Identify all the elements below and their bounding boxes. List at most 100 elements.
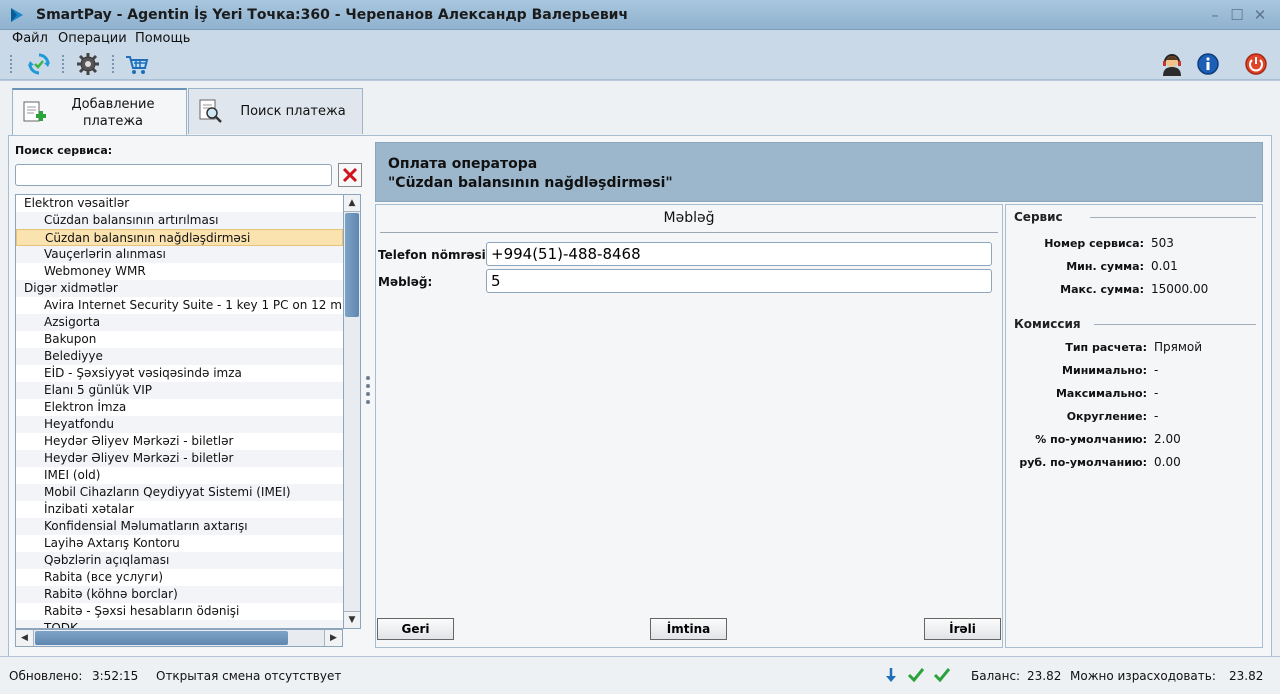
check-icon bbox=[907, 668, 925, 683]
exit-button[interactable] bbox=[1243, 51, 1269, 77]
cancel-button[interactable]: İmtina bbox=[650, 618, 727, 640]
menu-bar: Файл Операции Помощь bbox=[0, 30, 1280, 48]
default-percent-value: 2.00 bbox=[1154, 432, 1181, 446]
menu-file[interactable]: Файл bbox=[12, 31, 48, 46]
tree-item[interactable]: Qəbzlərin açıqlaması bbox=[16, 552, 343, 569]
maximum-value: - bbox=[1154, 386, 1159, 400]
toolbar-grip bbox=[10, 55, 13, 73]
check-icon bbox=[933, 668, 951, 683]
tree-item[interactable]: Heydər Əliyev Mərkəzi - biletlər bbox=[16, 450, 343, 467]
tree-item[interactable]: Vauçerlərin alınması bbox=[16, 246, 343, 263]
calc-type-value: Прямой bbox=[1154, 340, 1203, 354]
tree-item[interactable]: Konfidensial Məlumatların axtarışı bbox=[16, 518, 343, 535]
close-button[interactable]: ✕ bbox=[1251, 6, 1269, 24]
tree-vertical-scrollbar[interactable]: ▲ ▼ bbox=[343, 194, 361, 629]
scroll-right-arrow-icon[interactable]: ▶ bbox=[324, 630, 342, 646]
balance-value: 23.82 bbox=[1027, 669, 1062, 683]
tree-item[interactable]: Elanı 5 günlük VIP bbox=[16, 382, 343, 399]
add-document-icon bbox=[23, 101, 46, 122]
rounding-value: - bbox=[1154, 409, 1159, 423]
service-info-panel: Сервис Номер сервиса: 503 Мин. сумма: 0.… bbox=[1005, 204, 1263, 648]
support-button[interactable] bbox=[1159, 51, 1185, 77]
service-number-label: Номер сервиса: bbox=[1044, 237, 1144, 250]
tree-item[interactable]: EİD - Şəxsiyyət vəsiqəsində imza bbox=[16, 365, 343, 382]
default-rub-label: руб. по-умолчанию: bbox=[1019, 456, 1147, 469]
scroll-thumb[interactable] bbox=[345, 213, 359, 317]
tree-item[interactable]: Rabita (все услуги) bbox=[16, 569, 343, 586]
menu-operations[interactable]: Операции bbox=[58, 31, 127, 46]
maximize-button[interactable]: ☐ bbox=[1228, 6, 1246, 24]
settings-button[interactable] bbox=[75, 51, 101, 77]
tab-label: Добавление bbox=[71, 97, 155, 112]
operator-service-name: "Cüzdan balansının nağdləşdirməsi" bbox=[388, 175, 673, 191]
panel-splitter-handle[interactable] bbox=[366, 376, 370, 416]
tab-label: платежа bbox=[82, 114, 144, 129]
menu-help[interactable]: Помощь bbox=[135, 31, 190, 46]
tree-category[interactable]: Digər xidmətlər bbox=[16, 280, 343, 297]
payment-form-panel: Məbləğ Telefon nömrəsi: Məbləğ: Geri İmt… bbox=[375, 204, 1003, 648]
scroll-left-arrow-icon[interactable]: ◀ bbox=[16, 630, 34, 646]
status-bar: Обновлено: 3:52:15 Открытая смена отсутс… bbox=[0, 656, 1280, 694]
cart-button[interactable] bbox=[124, 51, 150, 77]
tree-item[interactable]: Avira Internet Security Suite - 1 key 1 … bbox=[16, 297, 343, 314]
tree-item[interactable]: Cüzdan balansının artırılması bbox=[16, 212, 343, 229]
tree-item[interactable]: IMEI (old) bbox=[16, 467, 343, 484]
tree-item[interactable]: Rabitə (köhnə borclar) bbox=[16, 586, 343, 603]
tree-item[interactable]: Elektron İmza bbox=[16, 399, 343, 416]
settings-gear-icon bbox=[77, 53, 99, 75]
tree-item[interactable]: Mobil Cihazların Qeydiyyat Sistemi (IMEI… bbox=[16, 484, 343, 501]
spendable-label: Можно израсходовать: bbox=[1070, 669, 1216, 683]
tree-item[interactable]: Belediyye bbox=[16, 348, 343, 365]
toolbar bbox=[0, 48, 1280, 80]
info-button[interactable] bbox=[1195, 51, 1221, 77]
scroll-thumb[interactable] bbox=[35, 631, 288, 645]
shift-status: Открытая смена отсутствует bbox=[156, 669, 342, 683]
tree-item[interactable]: İnzibati xətalar bbox=[16, 501, 343, 518]
tree-horizontal-scrollbar[interactable]: ◀ ▶ bbox=[15, 629, 343, 647]
tab-search-payment[interactable]: Поиск платежа bbox=[188, 88, 363, 134]
tree-item[interactable]: TODK bbox=[16, 620, 343, 628]
tree-item[interactable]: Layihə Axtarış Kontoru bbox=[16, 535, 343, 552]
commission-group-title: Комиссия bbox=[1014, 317, 1081, 331]
download-arrow-icon bbox=[886, 668, 896, 682]
tree-item[interactable]: Webmoney WMR bbox=[16, 263, 343, 280]
rounding-label: Округление: bbox=[1066, 410, 1147, 423]
next-button[interactable]: İrəli bbox=[924, 618, 1001, 640]
amount-input[interactable] bbox=[486, 269, 992, 293]
search-document-icon bbox=[199, 99, 222, 123]
tab-add-payment[interactable]: Добавление платежа bbox=[12, 88, 187, 136]
clear-x-icon bbox=[342, 167, 358, 183]
form-divider bbox=[380, 232, 998, 233]
refresh-button[interactable] bbox=[26, 51, 52, 77]
back-button[interactable]: Geri bbox=[377, 618, 454, 640]
title-bar: SmartPay - Agentin İş Yeri Точка:360 - Ч… bbox=[0, 0, 1280, 30]
tree-item[interactable]: Heyatfondu bbox=[16, 416, 343, 433]
tree-item[interactable]: Rabitə - Şəxsi hesabların ödənişi bbox=[16, 603, 343, 620]
phone-input[interactable] bbox=[486, 242, 992, 266]
cart-icon bbox=[126, 56, 149, 74]
scroll-up-arrow-icon[interactable]: ▲ bbox=[344, 195, 360, 212]
max-sum-label: Макс. сумма: bbox=[1060, 283, 1144, 296]
service-search-label: Поиск сервиса: bbox=[15, 144, 113, 157]
min-sum-value: 0.01 bbox=[1151, 259, 1178, 273]
service-search-input[interactable] bbox=[15, 164, 332, 186]
default-percent-label: % по-умолчанию: bbox=[1035, 433, 1147, 446]
window-title: SmartPay - Agentin İş Yeri Точка:360 - Ч… bbox=[36, 7, 629, 23]
tree-item[interactable]: Azsigorta bbox=[16, 314, 343, 331]
tab-label: Поиск платежа bbox=[240, 104, 346, 119]
group-divider bbox=[1094, 324, 1256, 325]
main-area: Добавление платежа Поиск платежа Поиск с… bbox=[0, 80, 1280, 657]
minimize-button[interactable]: – bbox=[1206, 6, 1224, 24]
minimum-value: - bbox=[1154, 363, 1159, 377]
smartpay-logo-icon bbox=[11, 8, 23, 22]
clear-search-button[interactable] bbox=[338, 163, 362, 187]
scroll-down-arrow-icon[interactable]: ▼ bbox=[344, 611, 360, 628]
operator-title: Оплата оператора bbox=[388, 156, 538, 172]
tree-item[interactable]: Cüzdan balansının nağdləşdirməsi bbox=[16, 229, 343, 246]
info-icon bbox=[1197, 53, 1219, 75]
phone-label: Telefon nömrəsi: bbox=[378, 248, 491, 262]
tree-category[interactable]: Elektron vəsaitlər bbox=[16, 195, 343, 212]
amount-label: Məbləğ: bbox=[378, 275, 433, 289]
tree-item[interactable]: Heydər Əliyev Mərkəzi - biletlər bbox=[16, 433, 343, 450]
tree-item[interactable]: Bakupon bbox=[16, 331, 343, 348]
